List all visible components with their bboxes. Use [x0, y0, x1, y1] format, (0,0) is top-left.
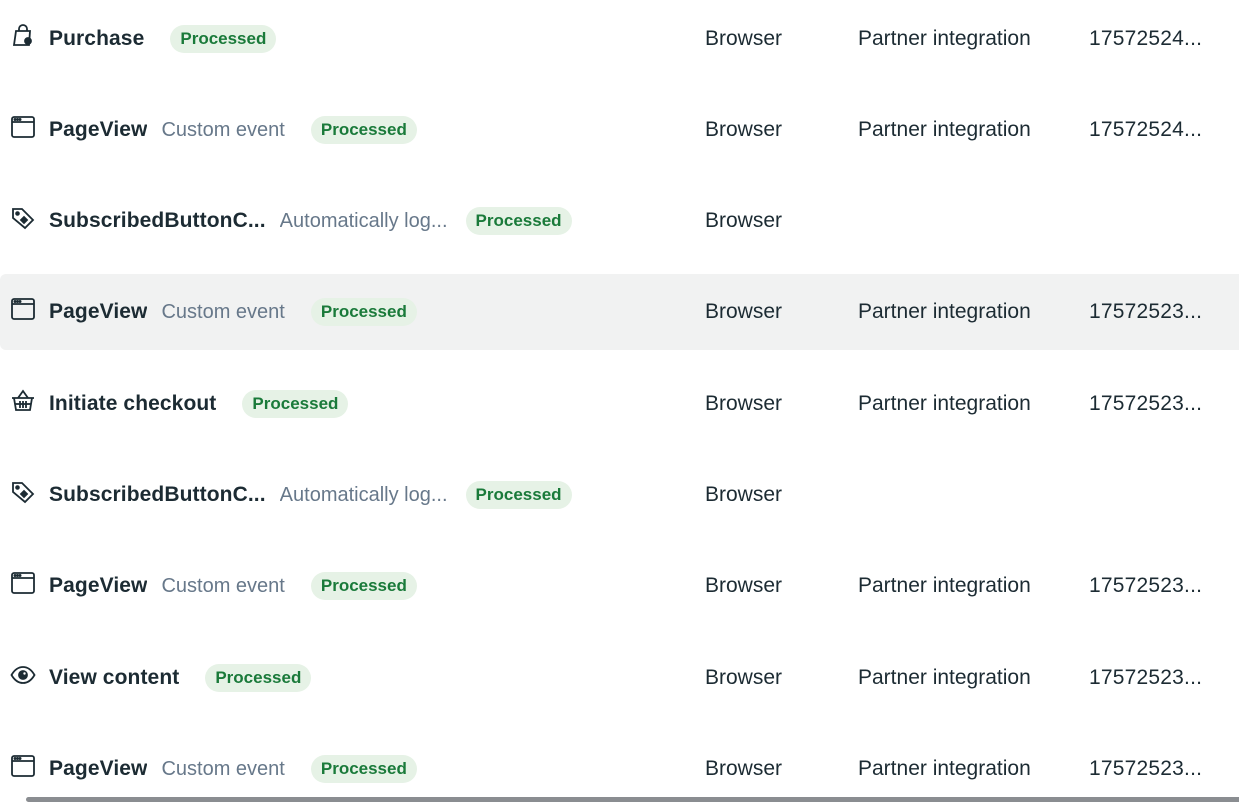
event-source: Browser: [705, 392, 783, 415]
event-row[interactable]: Initiate checkout Processed Browser Part…: [0, 366, 1239, 442]
shopping-bag-icon: [10, 23, 36, 49]
status-badge: Processed: [310, 298, 417, 326]
browser-window-icon: [10, 753, 36, 779]
event-source: Browser: [705, 666, 783, 689]
event-name: SubscribedButtonC...: [49, 209, 266, 232]
event-source: Browser: [705, 574, 783, 597]
event-id: 17572524...: [1089, 118, 1203, 141]
status-badge: Processed: [205, 664, 312, 692]
event-name: PageView: [49, 574, 148, 597]
event-subtitle: Custom event: [161, 757, 285, 780]
status-badge: Processed: [310, 755, 417, 783]
event-id: 17572523...: [1089, 757, 1203, 780]
event-row[interactable]: SubscribedButtonC... Automatically log..…: [0, 457, 1239, 533]
event-name: PageView: [49, 118, 148, 141]
event-name: SubscribedButtonC...: [49, 483, 266, 506]
event-integration: Partner integration: [858, 392, 1031, 415]
event-id: 17572523...: [1089, 392, 1203, 415]
event-source: Browser: [705, 27, 783, 50]
event-row[interactable]: SubscribedButtonC... Automatically log..…: [0, 183, 1239, 259]
browser-window-icon: [10, 296, 36, 322]
status-badge: Processed: [465, 207, 572, 235]
event-name: PageView: [49, 757, 148, 780]
event-id: 17572523...: [1089, 666, 1203, 689]
tag-icon: [10, 205, 36, 231]
event-id: 17572524...: [1089, 27, 1203, 50]
event-subtitle: Custom event: [161, 118, 285, 141]
event-subtitle: Custom event: [161, 300, 285, 323]
event-name: PageView: [49, 300, 148, 323]
status-badge: Processed: [310, 572, 417, 600]
event-row[interactable]: PageView Custom event Processed Browser …: [0, 274, 1239, 350]
event-subtitle: Automatically log...: [279, 483, 448, 506]
basket-icon: [10, 388, 36, 414]
event-name-group: PageView Custom event Processed: [49, 731, 417, 802]
event-integration: Partner integration: [858, 27, 1031, 50]
event-source: Browser: [705, 209, 783, 232]
event-name: Initiate checkout: [49, 392, 217, 415]
browser-window-icon: [10, 114, 36, 140]
event-id: 17572523...: [1089, 300, 1203, 323]
event-name: Purchase: [49, 27, 145, 50]
event-name-group: PageView Custom event Processed: [49, 548, 417, 624]
status-badge: Processed: [465, 481, 572, 509]
event-subtitle: Automatically log...: [279, 209, 448, 232]
event-integration: Partner integration: [858, 757, 1031, 780]
tag-icon: [10, 479, 36, 505]
event-name-group: View content Processed: [49, 640, 312, 716]
eye-icon: [10, 662, 36, 688]
event-row[interactable]: PageView Custom event Processed Browser …: [0, 92, 1239, 168]
horizontal-scrollbar[interactable]: [26, 797, 1239, 802]
status-badge: Processed: [170, 25, 277, 53]
event-name-group: Purchase Processed: [49, 1, 277, 77]
event-name-group: Initiate checkout Processed: [49, 366, 349, 442]
event-integration: Partner integration: [858, 574, 1031, 597]
event-row[interactable]: PageView Custom event Processed Browser …: [0, 548, 1239, 624]
event-name: View content: [49, 666, 180, 689]
event-row[interactable]: View content Processed Browser Partner i…: [0, 640, 1239, 716]
event-integration: Partner integration: [858, 666, 1031, 689]
status-badge: Processed: [310, 116, 417, 144]
event-name-group: SubscribedButtonC... Automatically log..…: [49, 457, 572, 533]
event-source: Browser: [705, 483, 783, 506]
event-name-group: PageView Custom event Processed: [49, 92, 417, 168]
event-integration: Partner integration: [858, 118, 1031, 141]
event-source: Browser: [705, 118, 783, 141]
event-subtitle: Custom event: [161, 574, 285, 597]
event-name-group: SubscribedButtonC... Automatically log..…: [49, 183, 572, 259]
event-row[interactable]: PageView Custom event Processed Browser …: [0, 731, 1239, 802]
browser-window-icon: [10, 570, 36, 596]
event-source: Browser: [705, 757, 783, 780]
event-id: 17572523...: [1089, 574, 1203, 597]
event-row[interactable]: Purchase Processed Browser Partner integ…: [0, 1, 1239, 77]
event-integration: Partner integration: [858, 300, 1031, 323]
status-badge: Processed: [242, 390, 349, 418]
event-source: Browser: [705, 300, 783, 323]
events-list: Purchase Processed Browser Partner integ…: [0, 0, 1239, 802]
event-name-group: PageView Custom event Processed: [49, 274, 417, 350]
